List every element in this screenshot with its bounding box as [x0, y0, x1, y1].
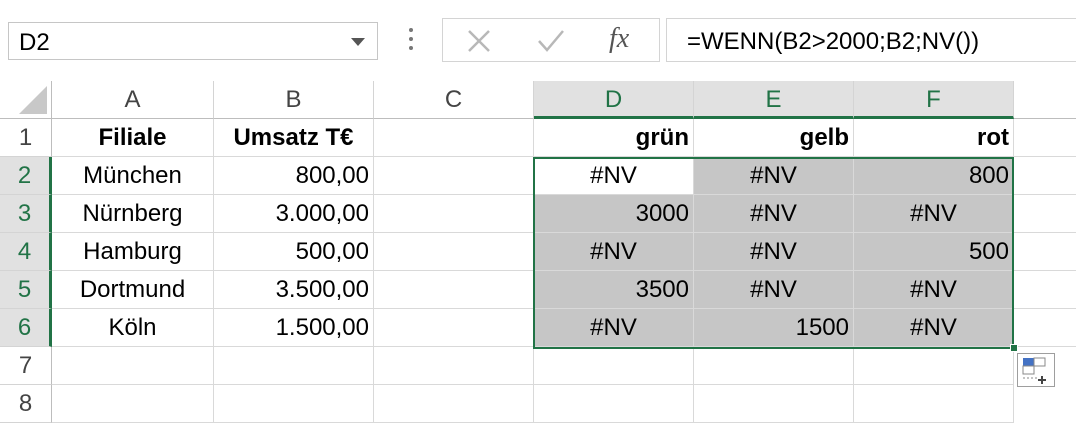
name-box-value: D2 [19, 29, 50, 56]
cell-a7[interactable] [52, 347, 214, 385]
row-header-2[interactable]: 2 [0, 157, 52, 195]
cell-a3[interactable]: Nürnberg [52, 195, 214, 233]
cell-e3[interactable]: #NV [694, 195, 854, 233]
cell-e1[interactable]: gelb [694, 119, 854, 157]
cell-c8[interactable] [374, 385, 534, 423]
cell-f3[interactable]: #NV [854, 195, 1014, 233]
quick-analysis-button[interactable] [1017, 353, 1055, 387]
cell-f8[interactable] [854, 385, 1014, 423]
column-header-f[interactable]: F [854, 81, 1014, 119]
cell-a4[interactable]: Hamburg [52, 233, 214, 271]
cell-d2[interactable]: #NV [534, 157, 694, 195]
drag-handle-icon[interactable] [408, 28, 414, 54]
formula-bar-area: D2 fx =WENN(B2>2000;B2;NV()) [0, 0, 1076, 81]
cell-a6[interactable]: Köln [52, 309, 214, 347]
cell-e5[interactable]: #NV [694, 271, 854, 309]
column-header-a[interactable]: A [52, 81, 214, 119]
select-all-icon [19, 86, 47, 114]
cell-f2[interactable]: 800 [854, 157, 1014, 195]
cell-d6[interactable]: #NV [534, 309, 694, 347]
cell-e4[interactable]: #NV [694, 233, 854, 271]
cell-a1[interactable]: Filiale [52, 119, 214, 157]
cell-a5[interactable]: Dortmund [52, 271, 214, 309]
cell-f6[interactable]: #NV [854, 309, 1014, 347]
cell-d4[interactable]: #NV [534, 233, 694, 271]
column-header-g[interactable] [1014, 81, 1076, 119]
enter-button[interactable] [521, 19, 581, 61]
cell-b5[interactable]: 3.500,00 [214, 271, 374, 309]
cell-c2[interactable] [374, 157, 534, 195]
cell-d1[interactable]: grün [534, 119, 694, 157]
row-header-6[interactable]: 6 [0, 309, 52, 347]
row-header-5[interactable]: 5 [0, 271, 52, 309]
chevron-down-icon[interactable] [351, 38, 365, 46]
cell-f5[interactable]: #NV [854, 271, 1014, 309]
cell-c1[interactable] [374, 119, 534, 157]
column-header-d[interactable]: D [534, 81, 694, 119]
row-header-4[interactable]: 4 [0, 233, 52, 271]
cell-b7[interactable] [214, 347, 374, 385]
cell-b4[interactable]: 500,00 [214, 233, 374, 271]
column-header-e[interactable]: E [694, 81, 854, 119]
cell-c6[interactable] [374, 309, 534, 347]
cell-d5[interactable]: 3500 [534, 271, 694, 309]
column-header-b[interactable]: B [214, 81, 374, 119]
cell-d7[interactable] [534, 347, 694, 385]
cell-c3[interactable] [374, 195, 534, 233]
cell-c4[interactable] [374, 233, 534, 271]
cell-e8[interactable] [694, 385, 854, 423]
cell-b3[interactable]: 3.000,00 [214, 195, 374, 233]
row-header-8[interactable]: 8 [0, 385, 52, 423]
formula-input[interactable]: =WENN(B2>2000;B2;NV()) [666, 18, 1076, 62]
row-header-7[interactable]: 7 [0, 347, 52, 385]
cell-a2[interactable]: München [52, 157, 214, 195]
quick-analysis-icon [1022, 357, 1046, 384]
cell-c7[interactable] [374, 347, 534, 385]
cell-g3[interactable] [1014, 195, 1076, 233]
cell-e6[interactable]: 1500 [694, 309, 854, 347]
cell-g6[interactable] [1014, 309, 1076, 347]
formula-buttons: fx [442, 18, 660, 62]
cell-c5[interactable] [374, 271, 534, 309]
cell-e2[interactable]: #NV [694, 157, 854, 195]
cell-f7[interactable] [854, 347, 1014, 385]
row-header-1[interactable]: 1 [0, 119, 52, 157]
cell-g1[interactable] [1014, 119, 1076, 157]
column-header-c[interactable]: C [374, 81, 534, 119]
insert-function-button[interactable]: fx [591, 19, 651, 61]
close-icon [468, 30, 490, 52]
fill-handle[interactable] [1010, 344, 1018, 352]
cell-b6[interactable]: 1.500,00 [214, 309, 374, 347]
cell-b1[interactable]: Umsatz T€ [214, 119, 374, 157]
cancel-button[interactable] [451, 19, 511, 61]
cell-e7[interactable] [694, 347, 854, 385]
cell-g2[interactable] [1014, 157, 1076, 195]
cell-g5[interactable] [1014, 271, 1076, 309]
cell-g4[interactable] [1014, 233, 1076, 271]
formula-text: =WENN(B2>2000;B2;NV()) [687, 28, 980, 55]
select-all-button[interactable] [0, 81, 52, 119]
fx-icon: fx [609, 23, 630, 54]
cell-d8[interactable] [534, 385, 694, 423]
name-box[interactable]: D2 [8, 22, 378, 60]
row-header-3[interactable]: 3 [0, 195, 52, 233]
checkmark-icon [538, 30, 564, 52]
cell-f4[interactable]: 500 [854, 233, 1014, 271]
cell-f1[interactable]: rot [854, 119, 1014, 157]
cell-b8[interactable] [214, 385, 374, 423]
cell-a8[interactable] [52, 385, 214, 423]
cell-b2[interactable]: 800,00 [214, 157, 374, 195]
cell-d3[interactable]: 3000 [534, 195, 694, 233]
